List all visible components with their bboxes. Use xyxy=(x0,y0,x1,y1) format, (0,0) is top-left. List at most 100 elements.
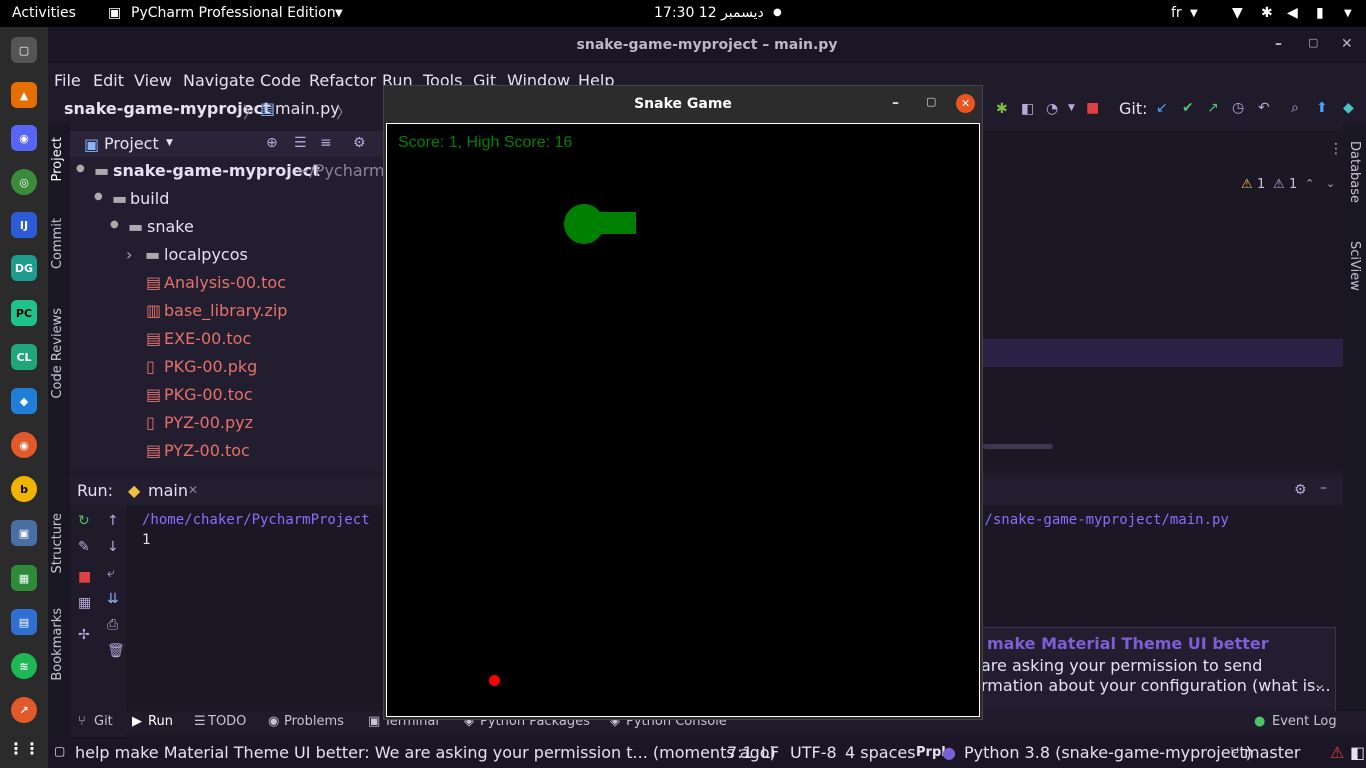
keyboard-layout[interactable]: fr xyxy=(1171,5,1182,21)
rerun-icon[interactable]: ↻ xyxy=(78,513,90,529)
horizontal-scrollbar[interactable] xyxy=(983,444,1053,449)
tree-expand-icon[interactable]: ● xyxy=(76,163,85,174)
print-icon[interactable]: ⎙ xyxy=(107,617,118,633)
arrow-up-icon[interactable]: ↑ xyxy=(107,513,119,529)
intellij-icon[interactable]: IJ xyxy=(11,212,37,238)
wrench-icon[interactable]: ✎ xyxy=(78,539,90,555)
tree-file[interactable]: EXE-00.toc xyxy=(164,329,251,348)
menu-view[interactable]: View xyxy=(134,71,172,90)
tab-bookmarks[interactable]: Bookmarks xyxy=(50,608,65,681)
menu-code[interactable]: Code xyxy=(260,71,301,90)
spreadsheet-icon[interactable]: ▦ xyxy=(11,565,37,591)
trash-icon[interactable]: 🗑 xyxy=(107,643,125,659)
show-apps-icon[interactable]: ⋮⋮ xyxy=(8,735,40,761)
chevron-down-icon[interactable]: ⌄ xyxy=(1326,177,1335,190)
tree-folder-build[interactable]: build xyxy=(130,189,169,208)
tree-file[interactable]: Analysis-00.toc xyxy=(164,273,286,292)
vscode-icon[interactable]: ◆ xyxy=(11,388,37,414)
locate-icon[interactable]: ⊕ xyxy=(266,135,278,151)
breadcrumb-project[interactable]: snake-game-myproject xyxy=(64,99,271,118)
pycharm-icon[interactable]: PC xyxy=(11,300,37,326)
app-icon[interactable]: ↗ xyxy=(11,697,37,723)
chevron-up-icon[interactable]: ⌃ xyxy=(1305,177,1314,190)
python-interpreter[interactable]: Python 3.8 (snake-game-myproject) xyxy=(964,743,1252,762)
history-icon[interactable]: ◷ xyxy=(1232,100,1244,116)
layout-icon[interactable]: ▦ xyxy=(78,595,91,611)
system-menu-chevron-icon[interactable]: ▼ xyxy=(1344,8,1352,19)
more-icon[interactable]: ⋮ xyxy=(1329,141,1343,157)
minimize-icon[interactable]: – xyxy=(1275,36,1282,52)
line-separator[interactable]: LF xyxy=(761,743,779,762)
tree-file[interactable]: PYZ-00.pyz xyxy=(164,413,253,432)
tree-file[interactable]: PYZ-00.toc xyxy=(164,441,250,460)
file-encoding[interactable]: UTF-8 xyxy=(790,743,837,762)
tab-project[interactable]: Project xyxy=(50,137,65,181)
coverage-icon[interactable]: ◧ xyxy=(1021,101,1034,117)
spotify-icon[interactable]: ≋ xyxy=(11,653,37,679)
caret-position[interactable]: 7:1 xyxy=(727,743,753,762)
git-update-icon[interactable]: ↙ xyxy=(1156,100,1168,116)
discord-icon[interactable]: ◉ xyxy=(11,125,37,151)
profile-icon[interactable]: ◔ xyxy=(1046,101,1058,117)
app-menu-button[interactable]: PyCharm Professional Edition xyxy=(131,5,336,21)
menu-file[interactable]: File xyxy=(54,71,81,90)
debug-icon[interactable]: ✱ xyxy=(996,101,1008,117)
vlc-icon[interactable]: ▲ xyxy=(11,82,37,108)
chevron-right-icon[interactable]: › xyxy=(126,245,132,264)
minimize-icon[interactable]: – xyxy=(892,95,899,111)
chrome-icon[interactable]: ◎ xyxy=(11,169,37,195)
tree-expand-icon[interactable]: ● xyxy=(94,191,103,202)
tree-file[interactable]: base_library.zip xyxy=(164,301,287,320)
update-icon[interactable]: ⬆ xyxy=(1316,100,1328,116)
tree-file[interactable]: PKG-00.toc xyxy=(164,385,253,404)
minimize-panel-icon[interactable]: – xyxy=(1320,480,1327,496)
maximize-icon[interactable]: ▢ xyxy=(926,95,936,108)
datagrip-icon[interactable]: DG xyxy=(11,255,37,281)
plugin-icon[interactable]: ◆ xyxy=(1343,100,1354,116)
notification-balloon[interactable]: make Material Theme UI better are asking… xyxy=(980,627,1336,715)
pin-icon[interactable]: ✢ xyxy=(78,627,90,643)
close-icon[interactable]: ✕ xyxy=(956,94,975,113)
close-icon[interactable]: ✕ xyxy=(188,483,198,497)
stop-icon[interactable]: ■ xyxy=(78,569,91,585)
tab-commit[interactable]: Commit xyxy=(50,218,65,269)
document-icon[interactable]: ▤ xyxy=(11,609,37,635)
collapse-all-icon[interactable]: ≡ xyxy=(320,135,332,151)
breadcrumb-file[interactable]: main.py xyxy=(275,99,340,118)
chevron-down-icon[interactable]: ▼ xyxy=(1068,103,1075,113)
indent-setting[interactable]: 4 spaces xyxy=(845,743,916,762)
b-app-icon[interactable]: b xyxy=(11,476,37,502)
chevron-down-icon[interactable]: ⌄ xyxy=(1313,674,1326,693)
memory-icon[interactable]: ◧ xyxy=(1350,743,1365,762)
stop-icon[interactable]: ■ xyxy=(1086,100,1099,116)
tab-code-reviews[interactable]: Code Reviews xyxy=(50,308,65,399)
bluetooth-icon[interactable]: ✱ xyxy=(1261,5,1273,21)
warning-count[interactable]: 1 xyxy=(1257,177,1265,192)
git-push-icon[interactable]: ↗ xyxy=(1207,100,1219,116)
virtualbox-icon[interactable]: ▣ xyxy=(11,520,37,546)
tab-event-log[interactable]: Event Log xyxy=(1272,714,1337,729)
menu-edit[interactable]: Edit xyxy=(93,71,124,90)
clion-icon[interactable]: CL xyxy=(11,344,37,370)
close-icon[interactable]: ✕ xyxy=(1341,36,1353,52)
gear-icon[interactable]: ⚙ xyxy=(1294,482,1307,498)
tab-structure[interactable]: Structure xyxy=(50,513,65,573)
files-icon[interactable]: ▢ xyxy=(11,37,37,63)
status-message[interactable]: help make Material Theme UI better: We a… xyxy=(75,743,776,762)
expand-all-icon[interactable]: ☰ xyxy=(294,135,307,151)
tab-run[interactable]: Run xyxy=(148,714,173,729)
tree-file[interactable]: PKG-00.pkg xyxy=(164,357,257,376)
game-canvas[interactable]: Score: 1, High Score: 16 xyxy=(386,123,980,717)
run-tab-main[interactable]: main xyxy=(148,481,188,500)
maximize-icon[interactable]: ▢ xyxy=(1308,36,1318,49)
menu-refactor[interactable]: Refactor xyxy=(309,71,376,90)
tab-todo[interactable]: TODO xyxy=(208,714,246,729)
activities-button[interactable]: Activities xyxy=(12,5,76,21)
wifi-icon[interactable]: ▼ xyxy=(1232,5,1243,21)
error-icon[interactable]: ⚠ xyxy=(1330,743,1344,762)
git-commit-icon[interactable]: ✔ xyxy=(1182,100,1194,116)
gear-icon[interactable]: ⚙ xyxy=(353,135,366,151)
scroll-to-end-icon[interactable]: ⇊ xyxy=(107,591,119,607)
tree-folder-localpycos[interactable]: localpycos xyxy=(164,245,248,264)
tab-sciview[interactable]: SciView xyxy=(1347,241,1362,291)
